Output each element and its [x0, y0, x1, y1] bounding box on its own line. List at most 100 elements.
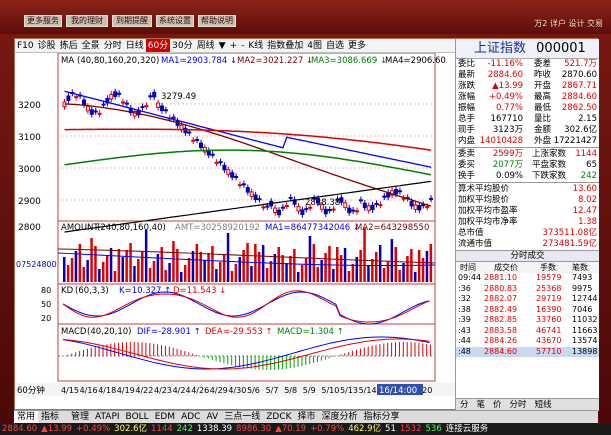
- quote-l2: 开盘: [534, 81, 552, 91]
- toolbar-item-15[interactable]: 自选: [324, 39, 346, 52]
- top-button-4[interactable]: 帮助说明: [198, 15, 236, 27]
- bottom-tab-4[interactable]: ATAPI: [92, 411, 123, 423]
- volume-bar: [63, 257, 66, 282]
- top-button-0[interactable]: 更多服务: [24, 15, 62, 27]
- candle-body: [93, 110, 98, 113]
- toolbar-item-12[interactable]: K线: [246, 39, 265, 52]
- candle-body: [66, 95, 71, 101]
- quote-tab-0[interactable]: 分: [456, 400, 473, 410]
- bottom-tab-12[interactable]: 深度分析: [319, 411, 361, 423]
- deal-p: 2882.49: [484, 304, 518, 314]
- volume-bar: [82, 267, 85, 282]
- bottom-tab-9[interactable]: 三点一线: [221, 411, 263, 423]
- volume-bar: [94, 246, 97, 282]
- candle-body: [152, 91, 157, 98]
- toolbar-item-5[interactable]: 日线: [124, 39, 146, 52]
- quote-row: 换手 0.09% 下跌家数 242: [456, 171, 599, 182]
- toolbar-item-13[interactable]: 指数叠加: [265, 39, 305, 52]
- candle-body: [101, 103, 106, 106]
- quote-v: 12.47: [572, 206, 597, 216]
- deal-s: 46741: [536, 325, 562, 335]
- status-item-3: 302.6亿: [114, 424, 147, 434]
- candle-body: [358, 199, 363, 202]
- quote-l2: 委差: [534, 59, 552, 69]
- toolbar-item-0[interactable]: F10: [15, 39, 36, 52]
- quote-v: 13.60: [572, 184, 597, 194]
- toolbar-item-9[interactable]: ▼: [217, 39, 228, 52]
- bottom-tab-10[interactable]: ZDCK: [263, 411, 294, 423]
- toolbar-item-14[interactable]: 4图: [305, 39, 324, 52]
- deal-n: 9975: [572, 283, 593, 293]
- top-button-2[interactable]: 到期提醒: [112, 15, 152, 27]
- volume-bar: [355, 257, 358, 282]
- candle-body: [323, 208, 328, 215]
- deal-col-2: 手数: [540, 263, 556, 272]
- x-date: 5/6: [247, 386, 260, 395]
- quote-l: 流通市值: [458, 239, 493, 249]
- volume-bar: [180, 272, 183, 282]
- candle-body: [156, 102, 161, 108]
- kline-chart[interactable]: 3200 3100 3000 2900 2800 MA (40,80,160,2…: [15, 53, 455, 396]
- kd-tick-50: 50: [41, 300, 51, 309]
- quote-l1: 涨跌: [458, 81, 476, 91]
- candle-body: [425, 206, 430, 209]
- bottom-tab-8[interactable]: AV: [203, 411, 221, 423]
- toolbar-item-11[interactable]: -: [239, 39, 246, 52]
- quote-l: 总市值: [458, 228, 484, 238]
- bottom-tab-11[interactable]: 择市: [295, 411, 319, 423]
- macd-params: (40,20,10): [87, 327, 131, 337]
- toolbar-item-6[interactable]: 60分: [145, 39, 171, 52]
- volume-bar: [187, 258, 191, 282]
- bottom-tab-3[interactable]: 管理: [68, 411, 92, 423]
- toolbar-item-16[interactable]: 更多: [346, 39, 368, 52]
- quote-tab-3[interactable]: 分时: [506, 400, 531, 410]
- toolbar-item-7[interactable]: 30分: [170, 39, 194, 52]
- bottom-tab-6[interactable]: EDM: [152, 411, 178, 423]
- candle-body: [429, 197, 434, 200]
- toolbar-item-4[interactable]: 分时: [102, 39, 124, 52]
- ma4-value: MA4=2906.60: [385, 56, 446, 66]
- toolbar-item-2[interactable]: 拣后: [58, 39, 80, 52]
- macd-dea: DEA=-29.553 ↑: [205, 327, 273, 337]
- volume-bar: [320, 260, 323, 282]
- status-item-2: +0.49%: [76, 424, 111, 434]
- quote-tab-2[interactable]: 价: [489, 400, 506, 410]
- quote-tab-1[interactable]: 笔: [473, 400, 490, 410]
- volume-bar: [144, 230, 148, 282]
- quote-row: 委比 -11.16% 委差 521.7万: [456, 59, 599, 70]
- bottom-tab-0[interactable]: 常用: [14, 411, 39, 423]
- deal-n: 11663: [572, 325, 598, 335]
- candle-body: [74, 96, 79, 99]
- volume-bar: [336, 247, 339, 282]
- x-cursor: 16/14:00: [379, 386, 417, 396]
- quote-l1: 振幅: [458, 103, 476, 113]
- bottom-tab-5[interactable]: BOLL: [123, 411, 152, 423]
- toolbar-item-3[interactable]: 全景: [80, 39, 102, 52]
- candle-body: [97, 112, 102, 115]
- quote-rows: 委比 -11.16% 委差 521.7万 最新 2884.60 昨收 2870.60 涨跌 ▲13…: [456, 59, 599, 147]
- volume-bar: [230, 271, 234, 282]
- top-button-1[interactable]: 我的理财: [66, 15, 108, 27]
- price-tick-3200: 3200: [18, 101, 41, 111]
- bottom-tab-1[interactable]: 指标: [38, 411, 62, 423]
- toolbar-item-10[interactable]: +: [228, 39, 240, 52]
- deals-title[interactable]: 分时成交: [456, 250, 599, 262]
- candle-body: [331, 208, 336, 211]
- quote-rows-3: 算术平均股价 13.60 加权平均股价 8.02 加权平均市盈率 12.47 加权平均市净率…: [456, 184, 599, 250]
- volume-bar: [269, 261, 273, 282]
- bottom-tab-7[interactable]: ADC: [178, 411, 203, 423]
- volume-bar: [121, 257, 124, 282]
- candle-body: [163, 109, 168, 112]
- quote-l1: 最新: [458, 70, 476, 80]
- top-button-3[interactable]: 系统设置: [156, 15, 194, 27]
- deal-p: 2881.10: [484, 273, 518, 282]
- x-date: 4/23: [154, 386, 172, 395]
- toolbar-item-1[interactable]: 诊股: [36, 39, 58, 52]
- volume-bar: [273, 254, 277, 282]
- quote-tab-4[interactable]: 短线: [531, 400, 556, 410]
- toolbar-item-8[interactable]: 周线: [195, 39, 217, 52]
- volume-bar: [133, 266, 136, 282]
- bottom-tab-13[interactable]: 指标分享: [361, 411, 403, 423]
- deal-n: 7046: [572, 304, 593, 314]
- candle-body: [245, 187, 250, 193]
